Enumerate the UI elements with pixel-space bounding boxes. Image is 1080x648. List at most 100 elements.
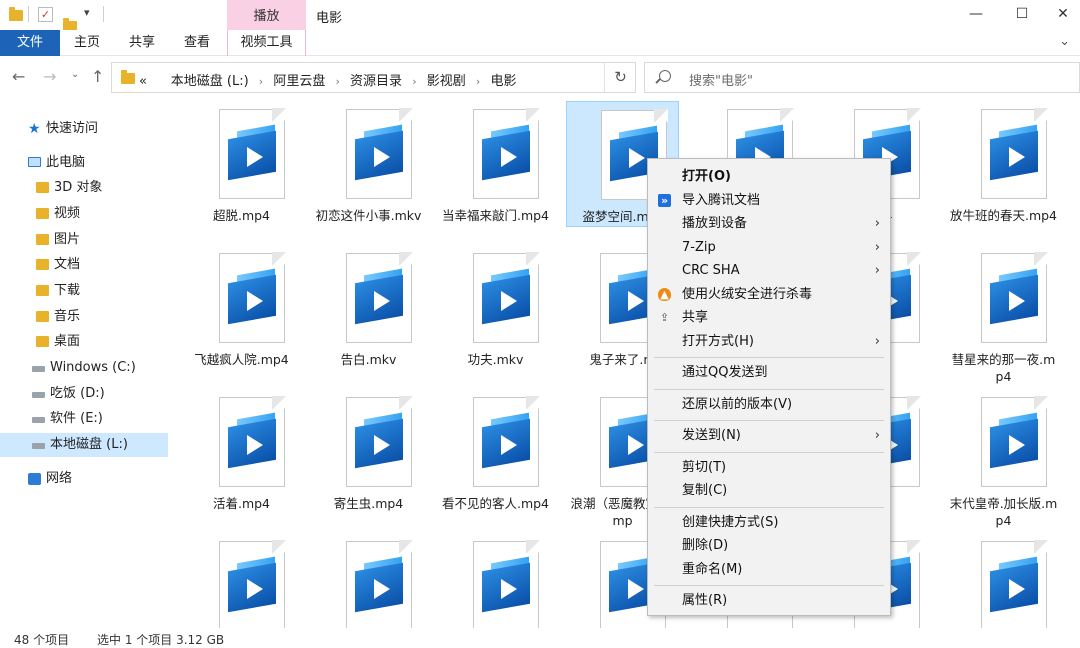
nav-item[interactable]: 视频 [0,202,168,226]
file-item[interactable]: 飞越疯人院.mp4 [185,245,298,371]
file-item[interactable]: 末代皇帝.加长版.mp4 [947,389,1060,528]
context-tab-header[interactable]: 播放 [227,0,306,31]
file-item[interactable]: 寄生虫.mp4 [312,389,425,515]
file-item[interactable] [312,533,425,628]
nav-item[interactable]: 软件 (E:) [0,407,168,431]
nav-item[interactable]: Windows (C:) [0,356,168,380]
breadcrumb: « 本地磁盘 (L:) › 阿里云盘 › 资源目录 › 影视剧 › 电影 [139,70,516,89]
menu-separator [654,420,884,421]
nav-item-label: 桌面 [54,334,81,349]
file-item[interactable]: 看不见的客人.mp4 [439,389,552,515]
menu-item-label: 播放到设备 [682,216,748,231]
nav-item[interactable]: 网络 [0,467,168,491]
nav-item[interactable]: 吃饭 (D:) [0,382,168,406]
file-item[interactable]: 当幸福来敲门.mp4 [439,101,552,227]
menu-item[interactable]: 播放到设备 › [648,212,890,235]
menu-item[interactable]: 打开(O) [648,165,890,188]
context-menu: 打开(O) » 导入腾讯文档 播放到设备 › 7-Zip › CRC SHA › ▲ 使用火绒安全进… [647,158,891,616]
menu-item[interactable]: ▲ 使用火绒安全进行杀毒 [648,283,890,306]
breadcrumb-chevron-icon[interactable]: › [476,75,480,88]
tab-view[interactable]: 查看 [177,30,217,56]
close-button[interactable]: ✕ [1040,0,1080,30]
submenu-arrow-icon: › [874,333,880,349]
file-item[interactable]: 放牛班的春天.mp4 [947,101,1060,227]
menu-item[interactable]: 属性(R) [648,589,890,612]
menu-item[interactable]: CRC SHA › [648,259,890,282]
tab-video-tools[interactable]: 视频工具 [227,30,306,56]
breadcrumb-item[interactable]: 影视剧 [427,74,466,89]
nav-item[interactable]: 下载 [0,279,168,303]
file-item[interactable]: 告白.mkv [312,245,425,371]
nav-item-label: 图片 [54,232,81,247]
recent-locations-icon[interactable]: ⌄ [71,69,79,80]
nav-item[interactable]: ★ 快速访问 [0,117,168,141]
expand-ribbon-icon[interactable]: ⌄ [1059,34,1070,49]
search-input[interactable]: 搜索"电影" [644,62,1080,93]
menu-item[interactable]: 7-Zip › [648,236,890,259]
tab-share[interactable]: 共享 [122,30,162,56]
menu-item[interactable]: 创建快捷方式(S) [648,511,890,534]
breadcrumb-item[interactable]: 电影 [490,74,516,89]
location-folder-icon [121,70,135,84]
breadcrumb-overflow[interactable]: « [139,74,147,89]
breadcrumb-chevron-icon[interactable]: › [259,75,263,88]
video-file-icon [219,540,286,628]
video-file-icon [346,252,413,343]
file-item[interactable]: 功夫.mkv [439,245,552,371]
refresh-icon[interactable]: ↻ [604,63,636,92]
file-item[interactable] [947,533,1060,628]
nav-item[interactable]: 本地磁盘 (L:) [0,433,168,457]
menu-separator [654,357,884,358]
maximize-button[interactable]: ☐ [999,0,1045,30]
menu-item[interactable]: 重命名(M) [648,558,890,581]
menu-item[interactable]: 剪切(T) [648,456,890,479]
breadcrumb-item[interactable]: 资源目录 [350,74,402,89]
forward-arrow-icon[interactable]: → [43,67,56,86]
nav-item[interactable]: 文档 [0,253,168,277]
window-title: 电影 [316,11,343,26]
menu-item[interactable]: 还原以前的版本(V) [648,393,890,416]
menu-item[interactable]: 删除(D) [648,534,890,557]
quick-access-folder-icon[interactable] [9,7,23,21]
tab-home[interactable]: 主页 [67,30,107,56]
file-item[interactable]: 彗星来的那一夜.mp4 [947,245,1060,384]
submenu-arrow-icon: › [874,216,880,231]
breadcrumb-item[interactable]: 阿里云盘 [273,74,325,89]
ribbon-tabs: 文件 主页 共享 查看 视频工具 ⌄ [0,30,1080,56]
menu-item[interactable]: 通过QQ发送到 [648,361,890,384]
file-item[interactable]: 活着.mp4 [185,389,298,515]
nav-item[interactable]: 音乐 [0,305,168,329]
breadcrumb-chevron-icon[interactable]: › [336,75,340,88]
pc-icon [28,157,41,167]
nav-item[interactable]: 图片 [0,228,168,252]
menu-separator [654,585,884,586]
breadcrumb-chevron-icon[interactable]: › [412,75,416,88]
address-input[interactable]: « 本地磁盘 (L:) › 阿里云盘 › 资源目录 › 影视剧 › 电影 ⌄ ↻ [111,62,701,93]
nav-item[interactable]: 桌面 [0,330,168,354]
nav-item-label: 视频 [54,206,81,221]
file-item[interactable] [185,533,298,628]
menu-item[interactable]: » 导入腾讯文档 [648,189,890,212]
minimize-button[interactable]: — [953,0,999,30]
video-file-icon [473,396,540,487]
properties-check-icon[interactable]: ✓ [38,7,53,22]
submenu-arrow-icon: › [874,263,880,278]
menu-item[interactable]: ⇪ 共享 [648,306,890,329]
breadcrumb-item[interactable]: 本地磁盘 (L:) [171,74,249,89]
customize-qat-icon[interactable]: ▾ [84,6,90,19]
menu-item-label: 重命名(M) [682,561,743,577]
file-item[interactable] [439,533,552,628]
file-item[interactable]: 超脱.mp4 [185,101,298,227]
menu-item[interactable]: 发送到(N) › [648,424,890,447]
nav-item[interactable]: 此电脑 [0,151,168,175]
menu-item[interactable]: 复制(C) [648,479,890,502]
up-arrow-icon[interactable]: ↑ [91,67,104,86]
nav-item[interactable]: 3D 对象 [0,176,168,200]
file-item[interactable]: 初恋这件小事.mkv [312,101,425,227]
video-file-icon [346,108,413,199]
tab-file[interactable]: 文件 [0,30,60,56]
menu-item-label: 7-Zip [682,239,716,255]
back-arrow-icon[interactable]: ← [12,67,25,86]
menu-item[interactable]: 打开方式(H) › [648,330,890,353]
nav-item-label: 3D 对象 [54,180,103,195]
